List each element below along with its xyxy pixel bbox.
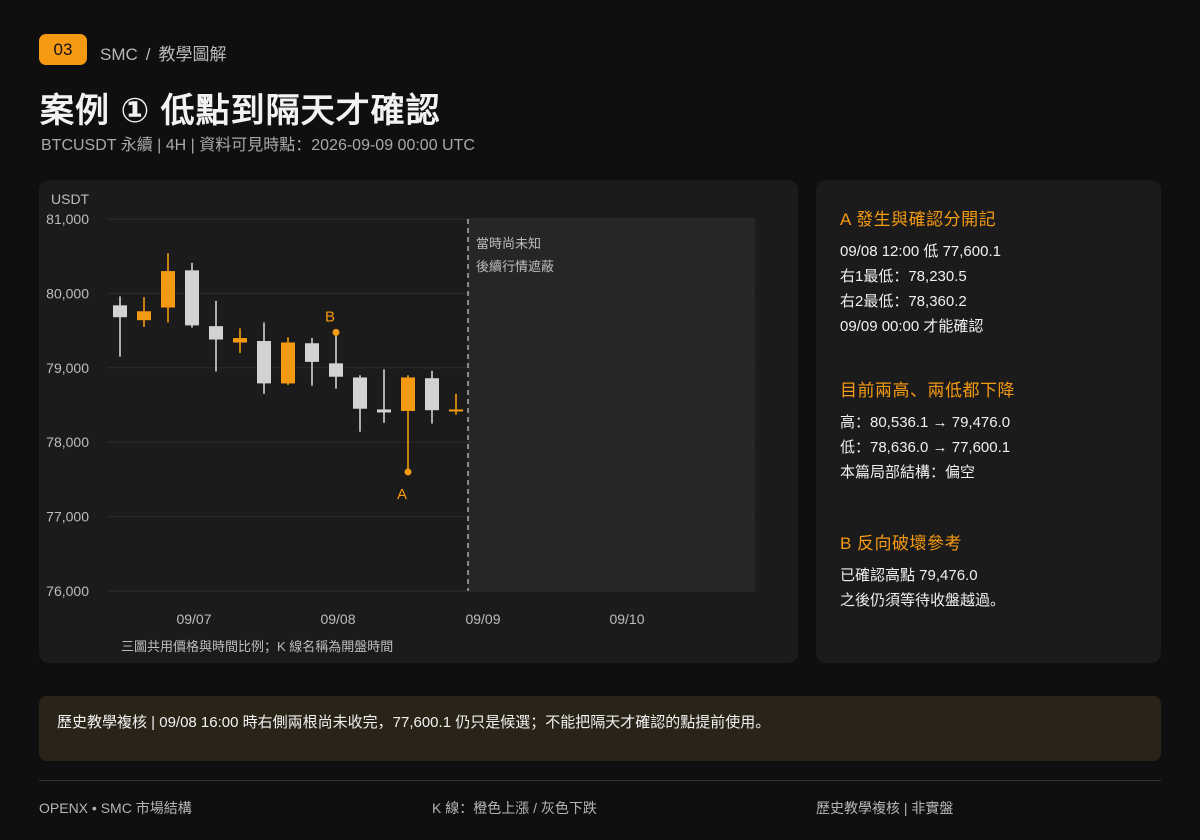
masked-future-region (468, 219, 755, 591)
y-tick-label: 80,000 (46, 285, 89, 301)
candle-body (305, 343, 319, 362)
section-title-invalidation: B 反向破壞參考 (840, 534, 963, 553)
section-title-confirmation: A 發生與確認分開記 (840, 210, 997, 229)
step-badge: 03 (39, 34, 87, 65)
chart-card: 81,000 80,000 79,000 78,000 77,000 76,000 USDT… (39, 180, 798, 663)
masked-label: 後續行情遮蔽 (476, 259, 554, 274)
swing-point-label: A (397, 486, 407, 503)
section-line: 右2最低：78,360.2 (840, 293, 967, 310)
x-tick-label: 09/08 (320, 611, 355, 627)
section-line: 之後仍須等待收盤越過。 (840, 592, 1006, 609)
chart-caption: 三圖共用價格與時間比例；K 線名稱為開盤時間 (121, 639, 393, 655)
candle-body (185, 270, 199, 326)
review-note: 歷史教學複核 | 09/08 16:00 時右側兩根尚未收完，77,600.1 … (39, 696, 1161, 761)
candle-body (137, 311, 151, 321)
y-axis-label: USDT (51, 191, 90, 207)
candle-body (233, 338, 247, 343)
swing-point-marker (404, 468, 412, 476)
y-tick-label: 77,000 (46, 509, 89, 525)
candle-body (401, 377, 415, 411)
candlestick-chart: 81,000 80,000 79,000 78,000 77,000 76,000 USDT… (46, 191, 755, 655)
candle-body (353, 377, 367, 409)
x-tick-label: 09/10 (609, 611, 644, 627)
section-line: 右1最低：78,230.5 (840, 268, 967, 285)
footer-brand: OPENX • SMC 市場結構 (39, 800, 192, 816)
candle-body (449, 409, 463, 412)
masked-label: 當時尚未知 (476, 236, 541, 251)
breadcrumb-item-smc[interactable]: SMC (100, 45, 138, 64)
page-subtitle: BTCUSDT 永續 | 4H | 資料可見時點：2026-09-09 00:0… (41, 137, 475, 154)
x-tick-label: 09/07 (176, 611, 211, 627)
y-tick-label: 76,000 (46, 583, 89, 599)
swing-point-marker (332, 328, 340, 336)
candle-body (257, 341, 271, 384)
candle-body (209, 326, 223, 340)
section-line: 低：78,636.0 → 77,600.1 (840, 439, 1011, 456)
swing-point-label: B (325, 308, 335, 325)
candle-body (329, 363, 343, 377)
y-tick-label: 81,000 (46, 211, 89, 227)
section-title-structure: 目前兩高、兩低都下降 (840, 381, 1015, 400)
y-tick-label: 78,000 (46, 434, 89, 450)
breadcrumb: SMC / 教學圖解 (100, 40, 227, 65)
footer-disclaimer: 歷史教學複核 | 非實盤 (816, 800, 954, 816)
candle-body (281, 342, 295, 384)
candle-body (425, 378, 439, 411)
section-line: 已確認高點 79,476.0 (840, 567, 978, 584)
section-line: 09/08 12:00 低 77,600.1 (840, 243, 1001, 260)
section-line: 09/09 00:00 才能確認 (840, 318, 984, 335)
candle-body (377, 409, 391, 413)
review-note-text: 歷史教學複核 | 09/08 16:00 時右側兩根尚未收完，77,600.1 … (57, 714, 771, 731)
breadcrumb-separator: / (145, 45, 151, 64)
section-line: 高：80,536.1 → 79,476.0 (840, 414, 1011, 431)
footer-legend: K 線：橙色上漲 / 灰色下跌 (432, 800, 597, 816)
footer-divider (39, 780, 1161, 781)
candle-body (113, 305, 127, 318)
x-tick-label: 09/09 (465, 611, 500, 627)
candle-body (161, 271, 175, 308)
breadcrumb-item-tutorial[interactable]: 教學圖解 (159, 45, 227, 64)
page-title: 案例 ① 低點到隔天才確認 (40, 92, 441, 130)
y-tick-label: 79,000 (46, 360, 89, 376)
section-line: 本篇局部結構：偏空 (840, 464, 976, 481)
info-panel: A 發生與確認分開記 09/08 12:00 低 77,600.1 右1最低：7… (816, 180, 1161, 663)
